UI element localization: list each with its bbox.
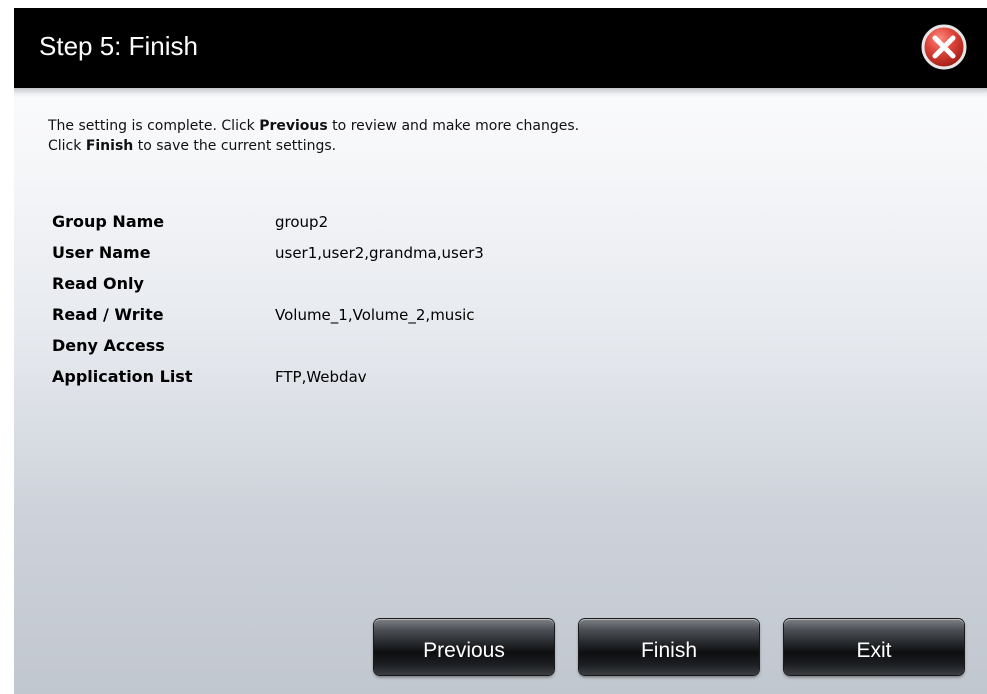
summary-row-read-only: Read Only	[52, 270, 752, 301]
finish-button[interactable]: Finish	[579, 619, 759, 675]
user-name-label: User Name	[52, 243, 151, 262]
group-name-value: group2	[275, 213, 329, 231]
intro-text: The setting is complete. Click Previous …	[48, 116, 579, 156]
previous-button[interactable]: Previous	[374, 619, 554, 675]
close-icon[interactable]	[920, 23, 968, 71]
summary-row-deny-access: Deny Access	[52, 332, 752, 363]
exit-button[interactable]: Exit	[784, 619, 964, 675]
intro-line-1-suffix: to review and make more changes.	[327, 118, 580, 134]
previous-button-label: Previous	[423, 639, 505, 662]
read-write-value: Volume_1,Volume_2,music	[275, 306, 475, 324]
read-only-label: Read Only	[52, 274, 144, 293]
summary-row-read-write: Read / Write Volume_1,Volume_2,music	[52, 301, 752, 332]
intro-finish-emphasis: Finish	[85, 138, 134, 154]
titlebar-shadow	[14, 88, 987, 98]
intro-line-2-suffix: to save the current settings.	[133, 138, 337, 154]
group-name-label: Group Name	[52, 212, 165, 231]
settings-summary: Group Name group2 User Name user1,user2,…	[52, 208, 752, 394]
wizard-dialog: Step 5: Finish The setting is complete. …	[14, 8, 987, 694]
intro-line-2-prefix: Click	[48, 138, 86, 154]
read-write-label: Read / Write	[52, 305, 164, 324]
intro-line-1-prefix: The setting is complete. Click	[48, 118, 260, 134]
application-list-value: FTP,Webdav	[275, 368, 367, 386]
deny-access-label: Deny Access	[52, 336, 165, 355]
dialog-title: Step 5: Finish	[39, 31, 198, 61]
finish-button-label: Finish	[640, 639, 698, 662]
exit-button-label: Exit	[856, 639, 892, 662]
summary-row-application-list: Application List FTP,Webdav	[52, 363, 752, 394]
application-list-label: Application List	[52, 367, 193, 386]
summary-row-user-name: User Name user1,user2,grandma,user3	[52, 239, 752, 270]
intro-line-2: Click Finish to save the current setting…	[48, 136, 579, 156]
intro-line-1: The setting is complete. Click Previous …	[48, 116, 579, 136]
user-name-value: user1,user2,grandma,user3	[275, 244, 484, 262]
dialog-titlebar: Step 5: Finish	[14, 8, 987, 88]
intro-previous-emphasis: Previous	[259, 118, 328, 134]
summary-row-group-name: Group Name group2	[52, 208, 752, 239]
